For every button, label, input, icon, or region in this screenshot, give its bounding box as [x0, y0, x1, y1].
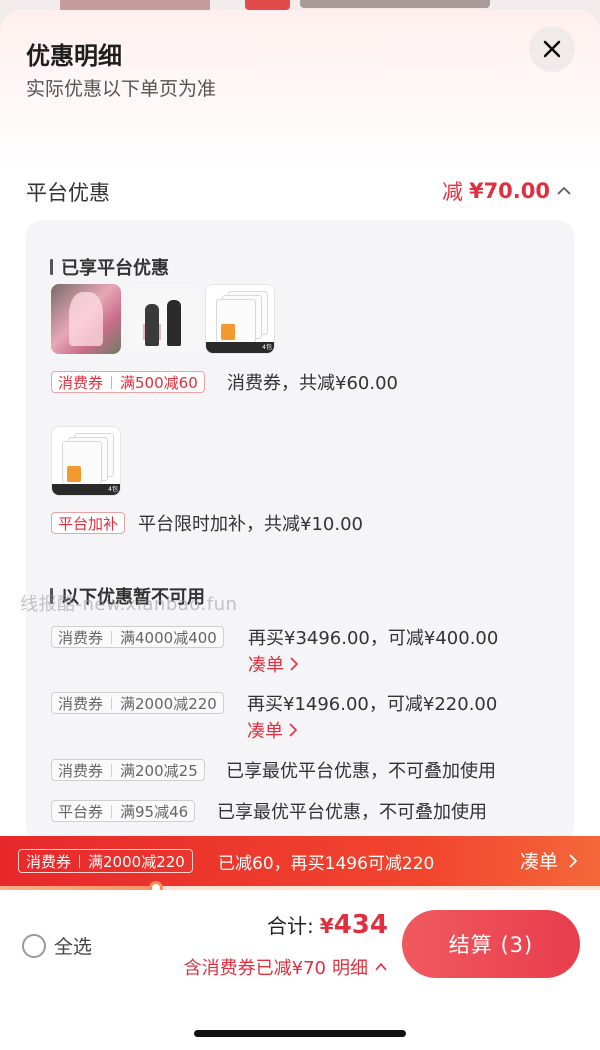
discount-amount: ¥70.00	[468, 179, 550, 203]
chevron-right-icon	[290, 657, 299, 671]
chevron-up-icon	[375, 962, 387, 971]
chevron-right-icon	[289, 723, 298, 737]
unavailable-description: 再买¥1496.00，可减¥220.00	[247, 694, 498, 715]
coupon-tag: 消费券 满500减60	[51, 371, 205, 393]
detail-label: 明细	[332, 958, 368, 979]
product-thumbnail	[129, 284, 199, 354]
coupon-rule: 满4000减400	[120, 628, 217, 647]
coupon-note: 含消费券已减¥70	[183, 958, 326, 979]
total-label: 合计:	[267, 914, 314, 938]
add-items-link[interactable]: 凑单	[247, 717, 299, 743]
coupon-rule: 满2000减220	[120, 694, 217, 713]
select-all-toggle[interactable]: 全选	[22, 932, 92, 959]
close-icon	[543, 40, 561, 58]
checkout-button[interactable]: 结算 (3)	[402, 910, 580, 978]
package-count: 4包	[262, 344, 272, 351]
product-thumbnail: 4包	[205, 284, 275, 354]
unavailable-coupon-tag: 消费券 满2000减220	[51, 692, 224, 714]
unavailable-coupon-tag: 平台券 满95减46	[51, 800, 196, 822]
coupon-description: 消费券，共减¥60.00	[227, 373, 398, 394]
package-count: 4包	[108, 486, 118, 493]
coupon-type: 消费券	[58, 761, 104, 780]
enjoyed-heading-label: 已享平台优惠	[61, 258, 169, 279]
select-all-label: 全选	[54, 936, 93, 958]
coupon-rule: 满200减25	[120, 761, 198, 780]
enjoyed-heading: 已享平台优惠	[50, 254, 169, 280]
unavailable-coupon-tag: 消费券 满200减25	[51, 759, 205, 781]
product-thumbnail: 4包	[51, 426, 121, 496]
watermark-text: 线报酷-new.xianbao.fun	[20, 594, 238, 615]
product-thumbnail	[51, 284, 121, 354]
promo-progress-text: 已减60，再买1496可减220	[218, 854, 435, 874]
promo-bar[interactable]: 消费券 满2000减220 已减60，再买1496可减220 凑单	[0, 836, 600, 886]
coupon-type: 消费券	[58, 373, 104, 392]
total-amount: ¥434	[320, 910, 388, 940]
coupon-type: 消费券	[58, 694, 104, 713]
chevron-right-icon	[569, 853, 578, 868]
checkout-footer: 全选 合计: ¥434 含消费券已减¥70 明细 结算 (3)	[0, 890, 600, 1050]
promo-coupon-type: 消费券	[26, 852, 72, 871]
platform-discount-label: 平台优惠	[26, 181, 110, 205]
unavailable-description: 已享最优平台优惠，不可叠加使用	[217, 802, 487, 823]
discount-panel: 已享平台优惠 4包 消费券 满500减60 消费券，共减¥60.00 4包 平台…	[26, 220, 574, 842]
add-items-link[interactable]: 凑单	[248, 651, 300, 677]
promo-add-items-label: 凑单	[519, 851, 558, 873]
sheet-title: 优惠明细	[26, 42, 122, 70]
unavailable-coupon-tag: 消费券 满4000减400	[51, 626, 224, 648]
coupon-type: 平台券	[58, 802, 104, 821]
subsidy-type: 平台加补	[58, 514, 119, 533]
discount-prefix: 减	[441, 180, 463, 204]
promo-coupon-tag: 消费券 满2000减220	[18, 849, 193, 873]
home-indicator	[194, 1030, 406, 1037]
background-text	[300, 0, 490, 8]
promo-add-items-button[interactable]: 凑单	[520, 847, 578, 874]
add-items-label: 凑单	[248, 655, 284, 676]
total-value: 434	[333, 910, 388, 940]
radio-unchecked-icon	[22, 933, 46, 958]
subsidy-description: 平台限时加补，共减¥10.00	[138, 514, 363, 535]
subsidy-tag: 平台加补	[51, 512, 126, 534]
close-button[interactable]	[529, 26, 575, 72]
background-tag	[245, 0, 290, 10]
coupon-detail-toggle[interactable]: 含消费券已减¥70 明细	[184, 954, 388, 980]
coupon-rule: 满95减46	[120, 802, 189, 821]
unavailable-description: 再买¥3496.00，可减¥400.00	[248, 628, 499, 649]
platform-discount-toggle[interactable]: 减 ¥70.00	[442, 176, 572, 206]
coupon-type: 消费券	[58, 628, 104, 647]
promo-coupon-rule: 满2000减220	[88, 852, 185, 871]
order-total: 合计: ¥434	[267, 910, 388, 940]
sheet-subtitle: 实际优惠以下单页为准	[26, 78, 217, 100]
chevron-up-icon	[557, 186, 571, 195]
coupon-rule: 满500减60	[120, 373, 198, 392]
unavailable-description: 已享最优平台优惠，不可叠加使用	[226, 761, 496, 782]
currency-symbol: ¥	[319, 914, 334, 938]
add-items-label: 凑单	[247, 721, 283, 742]
